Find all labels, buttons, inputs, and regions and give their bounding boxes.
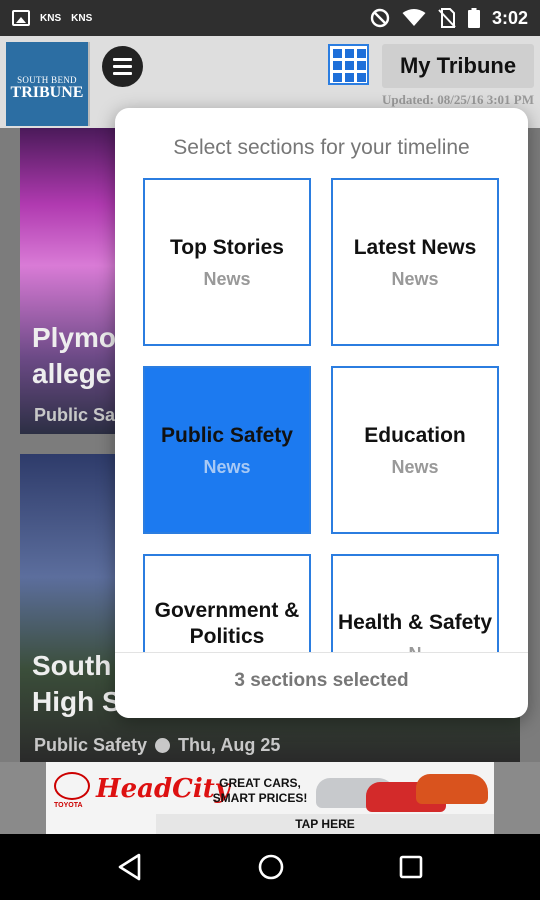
section-name: Latest News [353,235,477,259]
section-name: Education [364,423,466,447]
ad-toyota-label: TOYOTA [54,802,83,809]
ad-brand: HeadCity [96,774,230,804]
dot-separator-icon [155,738,171,753]
card-title-line2: allege [32,358,112,389]
system-nav-bar [0,834,540,900]
car-icon [416,774,488,804]
ad-banner[interactable]: TOYOTA HeadCity GREAT CARS, SMART PRICES… [0,762,540,834]
section-name: Government & Politics [154,599,300,648]
ad-content[interactable]: TOYOTA HeadCity GREAT CARS, SMART PRICES… [46,762,494,834]
card-section: Public Sa [34,405,116,425]
section-name: Health & Safety [337,611,493,634]
section-tile-top-stories[interactable]: Top Stories News [143,178,311,346]
ad-tap-here[interactable]: TAP HERE [156,814,494,834]
card-title-line1: South [32,650,112,681]
section-tile-education[interactable]: Education News [331,366,499,534]
tribune-logo[interactable]: SOUTH BEND TRIBUNE [6,42,90,126]
status-label-1: KNS [40,12,62,24]
section-category: News [203,456,251,477]
section-category: News [203,268,251,289]
dialog-title: Select sections for your timeline [173,136,470,159]
recents-icon[interactable] [399,855,423,879]
battery-icon [467,8,480,28]
grid-icon[interactable] [328,44,369,85]
card-title: Plymo allege [32,320,116,392]
no-sim-icon [438,8,456,28]
hamburger-icon[interactable] [102,46,143,87]
section-tile-public-safety[interactable]: Public Safety News [143,366,311,534]
logo-line2: TRIBUNE [10,84,84,101]
section-grid: Top Stories News Latest News News Public… [143,178,500,652]
wifi-icon [402,9,426,26]
card-section: Public Safety [34,735,148,755]
card-meta: Public Safety Thu, Aug 25 [34,735,280,756]
home-icon[interactable] [257,853,285,881]
card-title: South High S [32,648,121,720]
section-name: Public Safety [161,423,293,447]
card-meta: Public Sa [34,405,115,426]
image-icon [12,10,30,26]
card-title-line2: High S [32,686,121,717]
status-bar: KNS KNS 3:02 [0,0,540,36]
do-not-disturb-icon [370,8,390,28]
card-date: Thu, Aug 25 [178,735,281,755]
section-name: Top Stories [170,235,284,259]
ad-slogan: GREAT CARS, SMART PRICES! [212,776,308,806]
section-category: News [391,456,439,477]
back-icon[interactable] [117,853,143,881]
section-tile-latest-news[interactable]: Latest News News [331,178,499,346]
section-picker-dialog: Select sections for your timeline Top St… [115,108,528,718]
my-tribune-button[interactable]: My Tribune [382,44,534,88]
ad-slogan-line2: SMART PRICES! [212,791,308,805]
card-title-line1: Plymo [32,322,117,353]
status-label-2: KNS [71,12,93,24]
ad-slogan-line1: GREAT CARS, [219,776,301,790]
section-category: N [409,644,422,652]
updated-timestamp: Updated: 08/25/16 3:01 PM [381,92,534,107]
status-time: 3:02 [491,7,528,28]
dialog-divider [115,652,528,653]
toyota-logo-icon [54,772,90,800]
selection-count: 3 sections selected [234,670,409,691]
section-category: News [391,268,439,289]
section-tile-health-safety[interactable]: Health & Safety N [331,554,499,652]
section-tile-government-politics[interactable]: Government & Politics [143,554,311,652]
